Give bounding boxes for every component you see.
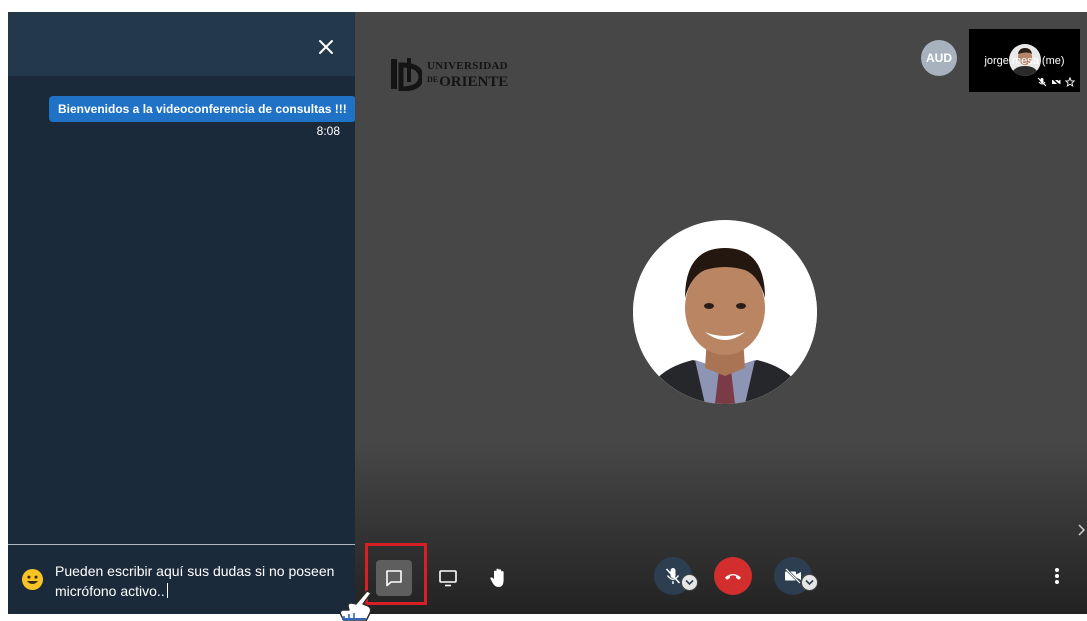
chat-header bbox=[8, 12, 355, 76]
mic-muted-icon bbox=[1037, 74, 1047, 87]
camera-off-icon bbox=[1051, 74, 1061, 87]
mic-muted-icon bbox=[665, 568, 681, 584]
self-status-icons bbox=[1037, 74, 1076, 87]
speaker-avatar bbox=[633, 220, 817, 404]
close-icon bbox=[319, 40, 333, 54]
chat-message-input[interactable]: Pueden escribir aquí sus dudas si no pos… bbox=[55, 561, 347, 601]
participant-badge[interactable]: AUD bbox=[921, 40, 957, 76]
chat-icon bbox=[386, 570, 402, 587]
close-chat-button[interactable] bbox=[314, 35, 338, 59]
video-stage: UNIVERSIDAD DEORIENTE AUD jorge.mesa (me… bbox=[355, 12, 1087, 614]
video-conference-window: Bienvenidos a la videoconferencia de con… bbox=[8, 12, 1087, 614]
emoji-button[interactable] bbox=[21, 568, 44, 591]
more-options-button[interactable] bbox=[1045, 562, 1069, 590]
logo-text-main: ORIENTE bbox=[439, 74, 509, 90]
smiley-icon bbox=[21, 568, 44, 591]
chevron-right-icon[interactable] bbox=[1077, 520, 1087, 540]
text-caret bbox=[166, 583, 168, 598]
raise-hand-button[interactable] bbox=[481, 560, 517, 596]
screen-share-icon bbox=[439, 570, 457, 587]
chat-panel: Bienvenidos a la videoconferencia de con… bbox=[8, 12, 356, 614]
logo-text-line2: DEORIENTE bbox=[427, 71, 508, 91]
mic-options-button[interactable] bbox=[681, 574, 698, 591]
university-emblem-icon bbox=[391, 58, 422, 91]
speaker-photo-icon bbox=[633, 220, 817, 404]
screen-share-button[interactable] bbox=[430, 560, 466, 596]
chat-input-text: Pueden escribir aquí sus dudas si no pos… bbox=[55, 563, 335, 599]
camera-off-icon bbox=[785, 568, 801, 584]
hangup-icon bbox=[725, 574, 741, 580]
raise-hand-icon bbox=[490, 568, 504, 587]
chevron-down-icon bbox=[805, 579, 814, 586]
chat-toggle-button[interactable] bbox=[376, 560, 412, 596]
logo-text-prefix: DE bbox=[427, 75, 439, 84]
chevron-down-icon bbox=[685, 579, 694, 586]
university-logo: UNIVERSIDAD DEORIENTE bbox=[390, 57, 520, 91]
chat-message: Bienvenidos a la videoconferencia de con… bbox=[49, 96, 356, 122]
self-name-label: jorge.mesa (me) bbox=[984, 55, 1065, 67]
chat-input-area: Pueden escribir aquí sus dudas si no pos… bbox=[8, 544, 355, 614]
star-icon bbox=[1064, 74, 1076, 87]
more-vertical-icon bbox=[1055, 568, 1059, 584]
chat-message-time: 8:08 bbox=[316, 124, 340, 138]
self-video-thumbnail[interactable]: jorge.mesa (me) bbox=[969, 29, 1080, 92]
hangup-button[interactable] bbox=[714, 557, 752, 595]
camera-options-button[interactable] bbox=[801, 574, 818, 591]
